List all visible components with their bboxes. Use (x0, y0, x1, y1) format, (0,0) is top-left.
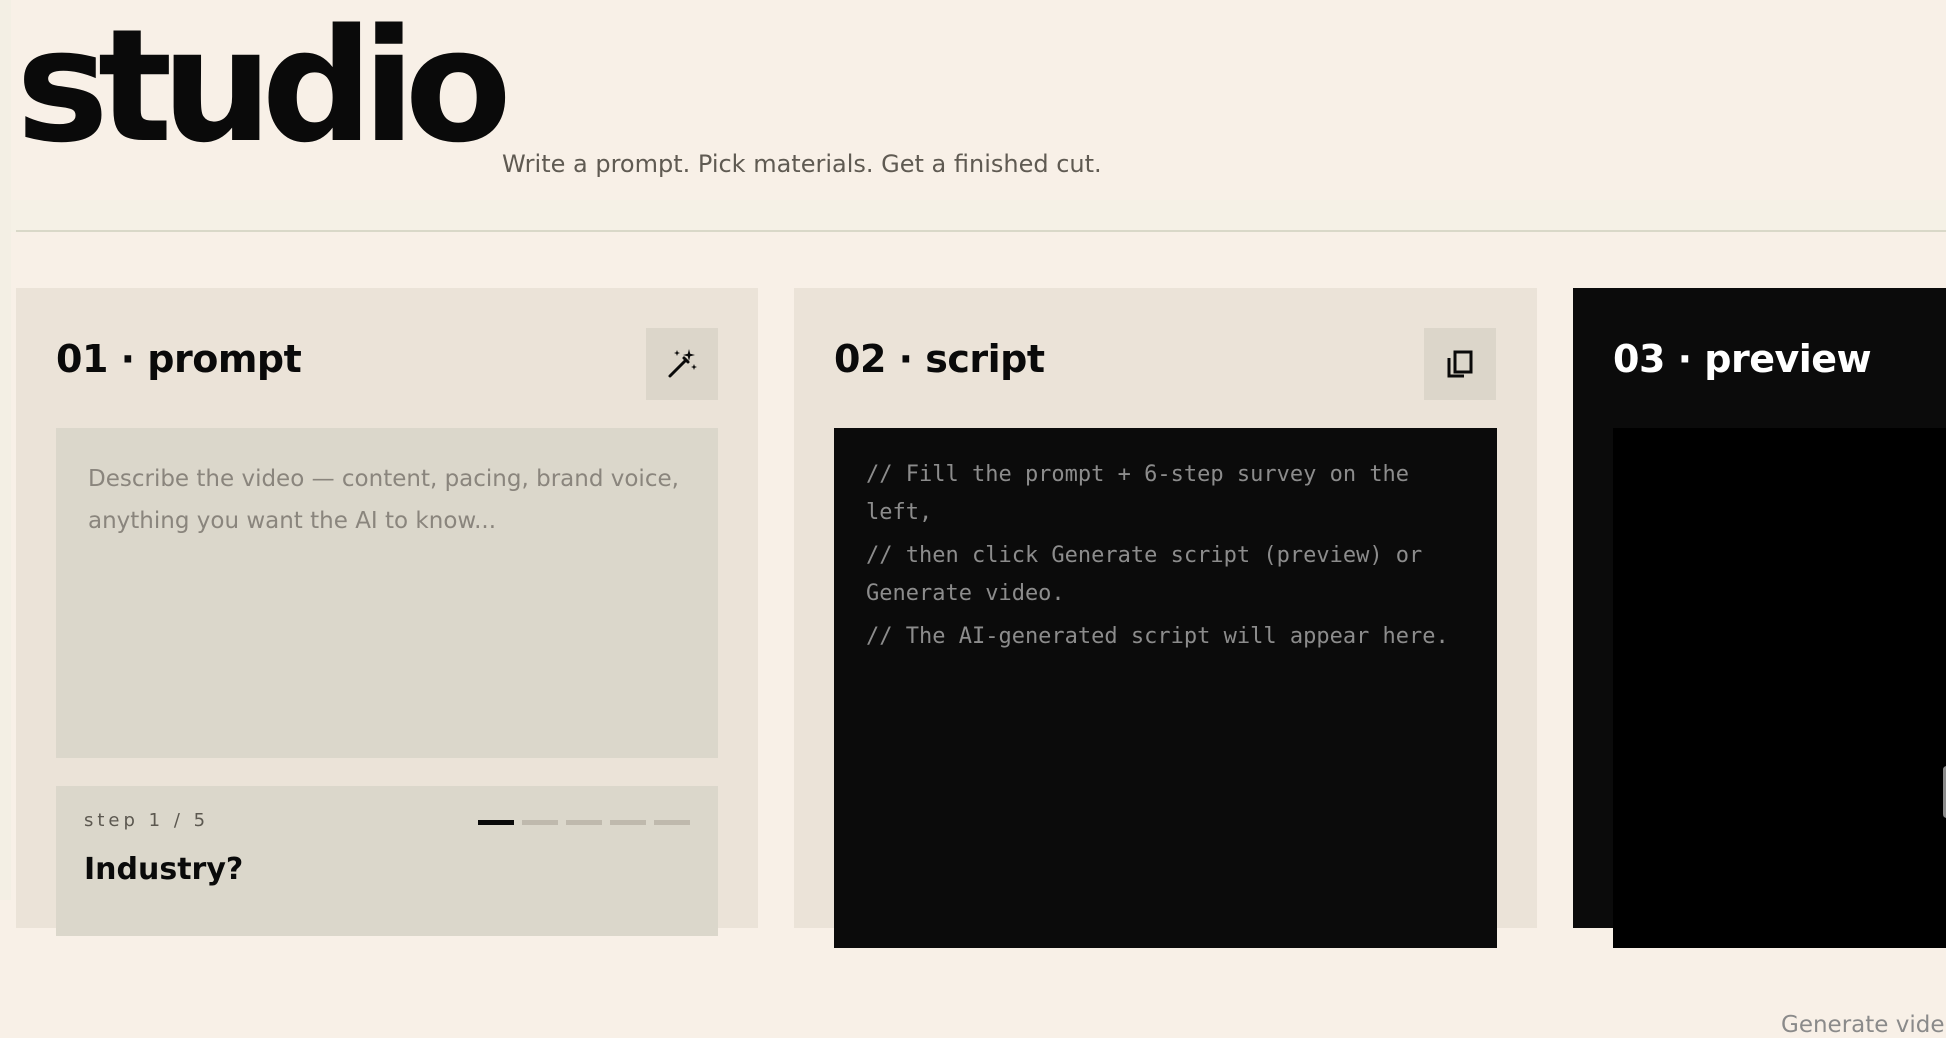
header-divider (16, 230, 1946, 232)
script-output[interactable]: // Fill the prompt + 6-step survey on th… (834, 428, 1497, 948)
tagline: Write a prompt. Pick materials. Get a fi… (502, 150, 1102, 178)
enhance-prompt-button[interactable] (646, 328, 718, 400)
script-line: // The AI-generated script will appear h… (866, 624, 1449, 649)
script-line: // then click Generate script (preview) … (866, 543, 1423, 606)
prompt-placeholder: Describe the video — content, pacing, br… (88, 466, 679, 534)
survey-card: step 1 / 5 Industry? (56, 786, 718, 936)
magic-wand-icon (668, 349, 697, 378)
copy-script-button[interactable] (1424, 328, 1496, 400)
prompt-panel: 01 · prompt Describe the video — content… (16, 288, 758, 936)
script-panel: 02 · script // Fill the prompt + 6-step … (794, 288, 1537, 948)
header-bottom-band (11, 200, 1946, 232)
progress-step-1 (478, 820, 514, 825)
survey-question: Industry? (84, 852, 244, 887)
left-edge-strip (0, 0, 11, 900)
preview-panel-title: 03 · preview (1613, 337, 1872, 381)
copy-icon (1447, 350, 1473, 378)
script-panel-title: 02 · script (834, 337, 1045, 381)
progress-step-5 (654, 820, 690, 825)
script-line: // Fill the prompt + 6-step survey on th… (866, 462, 1410, 525)
prompt-textarea[interactable]: Describe the video — content, pacing, br… (56, 428, 718, 758)
progress-step-3 (566, 820, 602, 825)
prompt-panel-title: 01 · prompt (56, 337, 302, 381)
progress-step-2 (522, 820, 558, 825)
progress-step-4 (610, 820, 646, 825)
video-preview-area: Generate vide (1613, 428, 1946, 1038)
survey-progress (478, 820, 690, 825)
preview-panel: 03 · preview Generate vide (1573, 288, 1946, 1038)
brand-logo-text: studio (16, 0, 512, 177)
survey-step-label: step 1 / 5 (84, 810, 210, 831)
preview-empty-message: Generate vide (1781, 1012, 1945, 1038)
